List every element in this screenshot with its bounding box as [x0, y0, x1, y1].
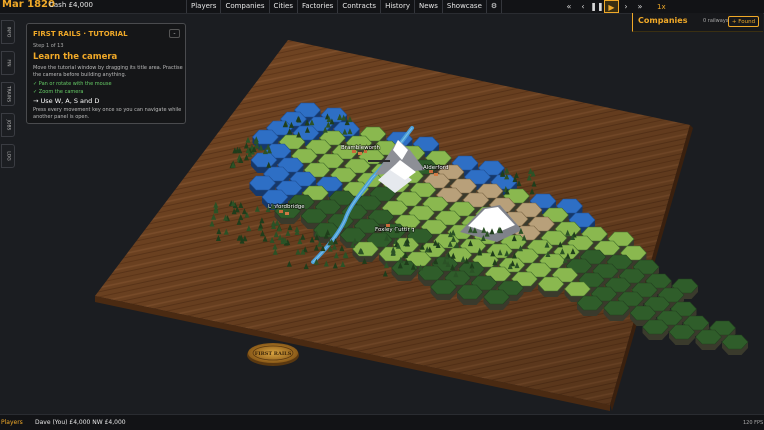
main-menu: Players Companies Cities Factories Contr… [186, 0, 503, 13]
side-tab-jobs[interactable]: JOBS [1, 113, 15, 137]
tutorial-completed-item: ✓ Pan or rotate with the mouse [33, 81, 112, 87]
tutorial-description: Move the tutorial window by dragging its… [33, 65, 183, 78]
menu-history[interactable]: History [381, 0, 415, 13]
side-tab-label: LOG [5, 151, 11, 161]
city-label-brambleworth[interactable]: Brambleworth [340, 144, 381, 152]
top-bar: Mar 1820 Cash £4,000 Players Companies C… [0, 0, 764, 14]
side-tab-label: JOBS [5, 119, 11, 131]
side-tab-fin[interactable]: FIN [1, 51, 15, 75]
time-controls: « ‹ ❚❚ ▶ › » 1x [562, 0, 666, 13]
tutorial-panel[interactable]: FIRST RAILS · TUTORIAL - Step 1 of 13 Le… [26, 23, 186, 124]
companies-title: Companies [638, 16, 688, 25]
seal-text: FIRST RAILS [255, 351, 292, 357]
speed-indicator[interactable]: 1x [657, 3, 666, 11]
side-tab-log[interactable]: LOG [1, 144, 15, 168]
companies-panel: Companies 0 railways + Found [632, 13, 763, 32]
menu-players[interactable]: Players [186, 0, 222, 13]
forward-icon[interactable]: › [619, 0, 633, 13]
menu-cities[interactable]: Cities [270, 0, 298, 13]
players-tab[interactable]: Players [1, 419, 23, 426]
play-icon[interactable]: ▶ [604, 0, 619, 13]
found-company-button[interactable]: + Found [728, 16, 759, 27]
gear-icon[interactable]: ⚙ [487, 0, 503, 13]
rewind-icon[interactable]: ‹ [576, 0, 590, 13]
bottom-bar: Players Dave (You) £4,000 NW £4,000 120 … [0, 414, 764, 430]
tutorial-completed-item: ✓ Zoom the camera [33, 89, 84, 95]
pause-icon[interactable]: ❚❚ [590, 0, 604, 13]
rewind-fast-icon[interactable]: « [562, 0, 576, 13]
tutorial-heading: Learn the camera [33, 52, 118, 62]
tutorial-step: Step 1 of 13 [33, 43, 64, 49]
menu-contracts[interactable]: Contracts [338, 0, 382, 13]
tutorial-current-task: → Use W, A, S and D [33, 97, 100, 105]
city-label-alderford[interactable]: Alderford [422, 164, 449, 172]
game-date: Mar 1820 [2, 0, 55, 10]
player-info: Dave (You) £4,000 NW £4,000 [35, 419, 126, 426]
first-rails-seal: FIRST RAILS [247, 343, 299, 366]
fps-counter: 120 FPS [743, 420, 764, 426]
menu-companies[interactable]: Companies [221, 0, 270, 13]
tutorial-title[interactable]: FIRST RAILS · TUTORIAL [33, 30, 128, 38]
side-tab-info[interactable]: INFO [1, 20, 15, 44]
companies-count: 0 railways [703, 18, 729, 24]
tutorial-note: Press every movement key once so you can… [33, 107, 182, 120]
side-tab-trains[interactable]: TRAINS [1, 82, 15, 106]
side-tab-label: TRAINS [5, 85, 11, 103]
cash-display: Cash £4,000 [49, 1, 93, 9]
forward-fast-icon[interactable]: » [633, 0, 647, 13]
menu-news[interactable]: News [415, 0, 443, 13]
game-root: Brambleworth Alderford Linfordbridge Fox… [0, 0, 764, 430]
menu-showcase[interactable]: Showcase [443, 0, 487, 13]
side-tab-label: FIN [5, 59, 11, 67]
menu-factories[interactable]: Factories [298, 0, 339, 13]
tutorial-minimize-button[interactable]: - [169, 29, 180, 38]
side-tab-label: INFO [5, 26, 11, 38]
